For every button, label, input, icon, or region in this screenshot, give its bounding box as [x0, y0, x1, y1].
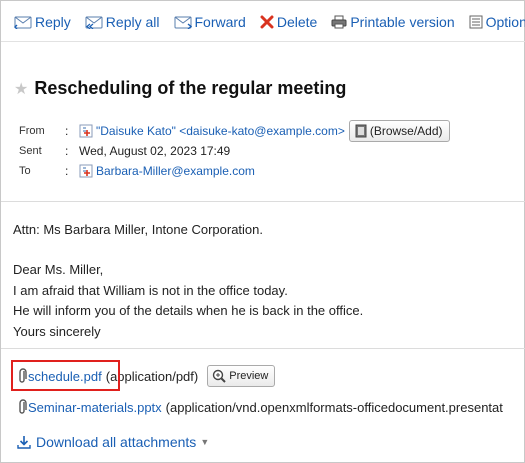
browse-add-label: (Browse/Add)	[369, 124, 443, 138]
from-address[interactable]: "Daisuke Kato" <daisuke-kato@example.com…	[96, 124, 345, 138]
download-all-label: Download all attachments	[36, 434, 197, 450]
download-icon	[17, 436, 31, 449]
options-label: Options	[485, 14, 525, 30]
reply-all-label: Reply all	[105, 14, 160, 30]
attachment-item: schedule.pdf (application/pdf) Preview	[18, 365, 276, 387]
to-row: To : Barbara-Miller@example.com	[19, 164, 255, 178]
subject-row: ★ Rescheduling of the regular meeting	[14, 78, 346, 99]
sent-label: Sent	[19, 145, 42, 157]
paperclip-icon	[19, 399, 27, 414]
attachment-type: (application/vnd.openxmlformats-officedo…	[165, 399, 503, 415]
body-divider	[1, 348, 525, 349]
preview-button[interactable]: Preview	[207, 365, 276, 387]
contact-card-icon	[79, 124, 93, 138]
attachment-link[interactable]: Seminar-materials.pptx	[28, 400, 162, 415]
to-colon: :	[65, 164, 69, 178]
printer-icon	[331, 15, 347, 29]
forward-label: Forward	[194, 14, 246, 30]
header-divider	[1, 201, 525, 202]
body-line: Attn: Ms Barbara Miller, Intone Corporat…	[13, 222, 264, 237]
attachment-type: (application/pdf)	[105, 368, 199, 384]
attachment-item: Seminar-materials.pptx (application/vnd.…	[18, 399, 503, 415]
contact-card-icon	[79, 164, 93, 178]
body-line: He will inform you of the details when h…	[13, 303, 364, 319]
toolbar-divider	[1, 41, 525, 42]
forward-button[interactable]: Forward	[174, 14, 246, 30]
reply-icon	[14, 16, 32, 29]
body-line: Dear Ms. Miller,	[13, 262, 104, 278]
browse-add-button[interactable]: (Browse/Add)	[348, 120, 450, 142]
chevron-down-icon: ▼	[200, 437, 210, 447]
delete-icon	[260, 15, 274, 29]
from-colon: :	[65, 124, 69, 138]
reply-button[interactable]: Reply	[14, 14, 71, 30]
address-book-icon	[355, 124, 367, 138]
forward-icon	[174, 16, 192, 29]
sent-date: Wed, August 02, 2023 17:49	[79, 144, 231, 158]
sent-row: Sent : Wed, August 02, 2023 17:49	[19, 144, 230, 158]
mail-view: Reply Reply all Forward Delete Printable…	[0, 0, 525, 463]
sent-colon: :	[65, 144, 69, 158]
body-line: I am afraid that William is not in the o…	[13, 282, 288, 298]
paperclip-icon	[19, 368, 27, 383]
options-menu[interactable]: Options ▼	[469, 14, 525, 30]
from-label: From	[19, 125, 45, 137]
reply-all-button[interactable]: Reply all	[85, 14, 160, 30]
delete-label: Delete	[276, 14, 318, 30]
reply-all-icon	[85, 16, 103, 29]
preview-label: Preview	[229, 370, 269, 382]
toolbar: Reply Reply all Forward Delete Printable…	[14, 12, 525, 32]
attachment-link[interactable]: schedule.pdf	[28, 369, 102, 384]
mail-body: Attn: Ms Barbara Miller, Intone Corporat…	[13, 220, 363, 342]
to-address[interactable]: Barbara-Miller@example.com	[96, 164, 255, 178]
to-label: To	[19, 165, 31, 177]
reply-label: Reply	[35, 14, 71, 30]
printable-version-button[interactable]: Printable version	[331, 14, 455, 30]
download-all-button[interactable]: Download all attachments ▼	[17, 434, 209, 450]
options-icon	[469, 15, 483, 29]
star-icon[interactable]: ★	[14, 79, 28, 99]
mail-subject: Rescheduling of the regular meeting	[34, 78, 347, 98]
body-line: Yours sincerely	[13, 323, 101, 339]
printable-version-label: Printable version	[350, 14, 455, 30]
zoom-in-icon	[213, 369, 226, 383]
from-row: From : "Daisuke Kato" <daisuke-kato@exam…	[19, 120, 450, 142]
delete-button[interactable]: Delete	[260, 14, 317, 30]
